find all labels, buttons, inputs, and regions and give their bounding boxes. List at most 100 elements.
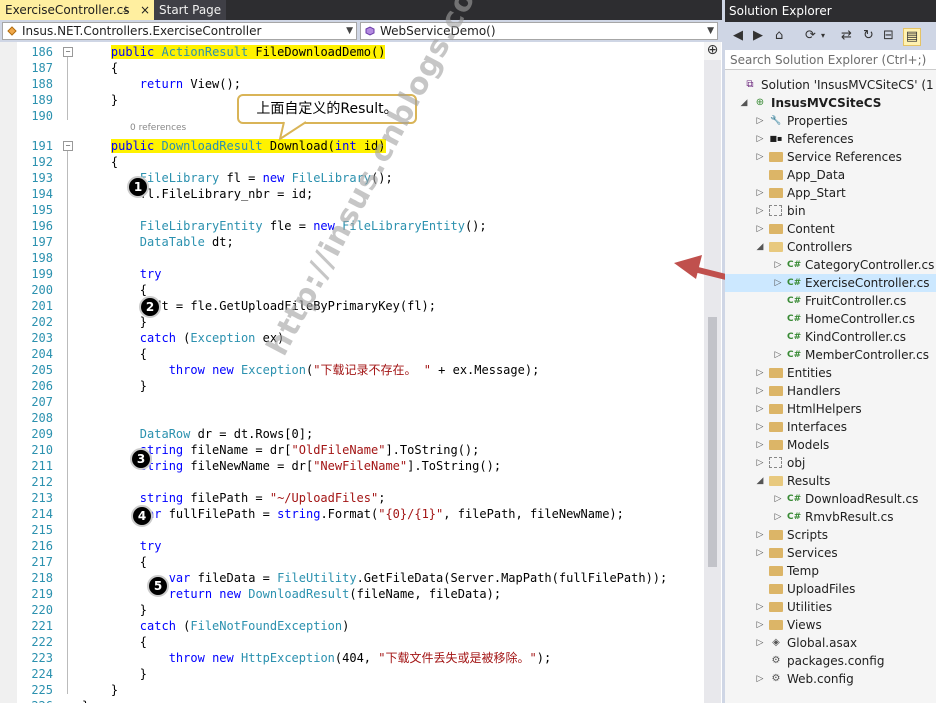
code-line[interactable]: 210 string fileName = dr["OldFileName"].… (0, 442, 704, 458)
tree-item-temp[interactable]: Temp (725, 562, 936, 580)
tree-item-content[interactable]: ▷ Content (725, 220, 936, 238)
code-line[interactable]: 208 (0, 410, 704, 426)
tree-item-properties[interactable]: ▷ 🔧 Properties (725, 112, 936, 130)
tree-item-views[interactable]: ▷ Views (725, 616, 936, 634)
collapse-icon[interactable]: ⊟ (883, 28, 894, 44)
collapsed-arrow-icon[interactable]: ▷ (755, 634, 765, 652)
code-line[interactable]: 198 (0, 250, 704, 266)
code-line[interactable]: 217 { (0, 554, 704, 570)
code-line[interactable]: 202 } (0, 314, 704, 330)
collapsed-arrow-icon[interactable]: ▷ (773, 346, 783, 364)
code-line[interactable]: 216 try (0, 538, 704, 554)
close-icon[interactable]: × (140, 0, 150, 20)
code-line[interactable]: 222 { (0, 634, 704, 650)
code-line[interactable]: 200 { (0, 282, 704, 298)
code-line[interactable]: 220 } (0, 602, 704, 618)
code-line[interactable]: 201 dt = fle.GetUploadFileByPrimaryKey(f… (0, 298, 704, 314)
collapsed-arrow-icon[interactable]: ▷ (773, 490, 783, 508)
code-line[interactable]: 219 return new DownloadResult(fileName, … (0, 586, 704, 602)
tree-item-service-references[interactable]: ▷ Service References (725, 148, 936, 166)
collapsed-arrow-icon[interactable]: ▷ (755, 364, 765, 382)
code-line[interactable]: 205 throw new Exception("下载记录不存在。 " + ex… (0, 362, 704, 378)
collapsed-arrow-icon[interactable]: ▷ (755, 526, 765, 544)
collapsed-arrow-icon[interactable]: ▷ (755, 202, 765, 220)
tree-item-packages-config[interactable]: ⚙ packages.config (725, 652, 936, 670)
code-area[interactable]: 186− public ActionResult FileDownloadDem… (0, 42, 704, 703)
collapsed-arrow-icon[interactable]: ▷ (755, 418, 765, 436)
collapsed-arrow-icon[interactable]: ▷ (755, 148, 765, 166)
show-all-files-icon[interactable]: ▤ (903, 28, 921, 46)
chevron-down-icon[interactable]: ▾ (821, 28, 825, 44)
code-editor[interactable]: ExerciseController.cs ⊥ × Start Page Ins… (0, 0, 722, 703)
code-line[interactable]: 214 var fullFilePath = string.Format("{0… (0, 506, 704, 522)
collapsed-arrow-icon[interactable]: ▷ (773, 274, 783, 292)
collapsed-arrow-icon[interactable]: ▷ (755, 112, 765, 130)
tree-item-bin[interactable]: ▷ bin (725, 202, 936, 220)
tree-item-app-start[interactable]: ▷ App_Start (725, 184, 936, 202)
member-dropdown[interactable]: WebServiceDemo() ▼ (360, 22, 718, 40)
tab-exercise-controller[interactable]: ExerciseController.cs ⊥ × (0, 0, 154, 20)
tree-item-downloadresult-cs[interactable]: ▷ C# DownloadResult.cs (725, 490, 936, 508)
tree-item-solution-insusmvcsitecs-1-project[interactable]: ⧉ Solution 'InsusMVCSiteCS' (1 project) (725, 76, 936, 94)
collapsed-arrow-icon[interactable]: ▷ (755, 130, 765, 148)
code-line[interactable]: 213 string filePath = "~/UploadFiles"; (0, 490, 704, 506)
tree-item-obj[interactable]: ▷ obj (725, 454, 936, 472)
refresh-icon[interactable]: ↻ (863, 28, 874, 44)
split-window-icon[interactable]: ⊕ (704, 42, 721, 60)
tree-item-results[interactable]: ◢ Results (725, 472, 936, 490)
tree-item-entities[interactable]: ▷ Entities (725, 364, 936, 382)
tree-item-uploadfiles[interactable]: UploadFiles (725, 580, 936, 598)
forward-icon[interactable]: ▶ (753, 28, 763, 44)
code-line[interactable]: 203 catch (Exception ex) (0, 330, 704, 346)
sync-icon[interactable]: ⇄ (841, 28, 852, 44)
expanded-arrow-icon[interactable]: ◢ (739, 94, 749, 112)
code-lens-references[interactable]: 0 references (130, 123, 186, 133)
code-line[interactable]: 199 try (0, 266, 704, 282)
collapsed-arrow-icon[interactable]: ▷ (755, 436, 765, 454)
collapsed-arrow-icon[interactable]: ▷ (755, 670, 765, 688)
code-line[interactable]: 224 } (0, 666, 704, 682)
tree-item-interfaces[interactable]: ▷ Interfaces (725, 418, 936, 436)
code-line[interactable]: 225 } (0, 682, 704, 698)
scrollbar-thumb[interactable] (708, 317, 717, 567)
tree-item-htmlhelpers[interactable]: ▷ HtmlHelpers (725, 400, 936, 418)
code-line[interactable]: 218 var fileData = FileUtility.GetFileDa… (0, 570, 704, 586)
vertical-scrollbar[interactable] (704, 42, 721, 703)
tree-item-app-data[interactable]: App_Data (725, 166, 936, 184)
collapsed-arrow-icon[interactable]: ▷ (773, 508, 783, 526)
tree-item-scripts[interactable]: ▷ Scripts (725, 526, 936, 544)
code-line[interactable]: 207 (0, 394, 704, 410)
code-line[interactable]: 186− public ActionResult FileDownloadDem… (0, 44, 704, 60)
collapsed-arrow-icon[interactable]: ▷ (773, 256, 783, 274)
home-icon[interactable]: ⌂ (775, 28, 783, 44)
tree-item-fruitcontroller-cs[interactable]: C# FruitController.cs (725, 292, 936, 310)
code-line[interactable]: 221 catch (FileNotFoundException) (0, 618, 704, 634)
tree-item-handlers[interactable]: ▷ Handlers (725, 382, 936, 400)
code-line[interactable]: 188 return View(); (0, 76, 704, 92)
code-line[interactable]: 209 DataRow dr = dt.Rows[0]; (0, 426, 704, 442)
code-line[interactable]: 211 string fileNewName = dr["NewFileName… (0, 458, 704, 474)
collapsed-arrow-icon[interactable]: ▷ (755, 454, 765, 472)
code-line[interactable]: 226} (0, 698, 704, 703)
history-icon[interactable]: ⟳ (805, 28, 816, 44)
collapsed-arrow-icon[interactable]: ▷ (755, 598, 765, 616)
pin-icon[interactable]: ⊥ (122, 0, 130, 20)
tab-start-page[interactable]: Start Page (154, 0, 226, 20)
tree-item-utilities[interactable]: ▷ Utilities (725, 598, 936, 616)
expanded-arrow-icon[interactable]: ◢ (755, 472, 765, 490)
code-line[interactable]: 212 (0, 474, 704, 490)
tree-item-membercontroller-cs[interactable]: ▷ C# MemberController.cs (725, 346, 936, 364)
tree-item-global-asax[interactable]: ▷ ◈ Global.asax (725, 634, 936, 652)
tree-item-homecontroller-cs[interactable]: C# HomeController.cs (725, 310, 936, 328)
collapsed-arrow-icon[interactable]: ▷ (755, 616, 765, 634)
collapse-toggle-icon[interactable]: − (63, 141, 73, 151)
collapsed-arrow-icon[interactable]: ▷ (755, 544, 765, 562)
solution-explorer-search-input[interactable]: Search Solution Explorer (Ctrl+;) (725, 50, 936, 70)
tree-item-models[interactable]: ▷ Models (725, 436, 936, 454)
code-line[interactable]: 204 { (0, 346, 704, 362)
code-line[interactable]: 206 } (0, 378, 704, 394)
tree-item-services[interactable]: ▷ Services (725, 544, 936, 562)
collapsed-arrow-icon[interactable]: ▷ (755, 382, 765, 400)
expanded-arrow-icon[interactable]: ◢ (755, 238, 765, 256)
code-line[interactable]: 191− public DownloadResult Download(int … (0, 138, 704, 154)
